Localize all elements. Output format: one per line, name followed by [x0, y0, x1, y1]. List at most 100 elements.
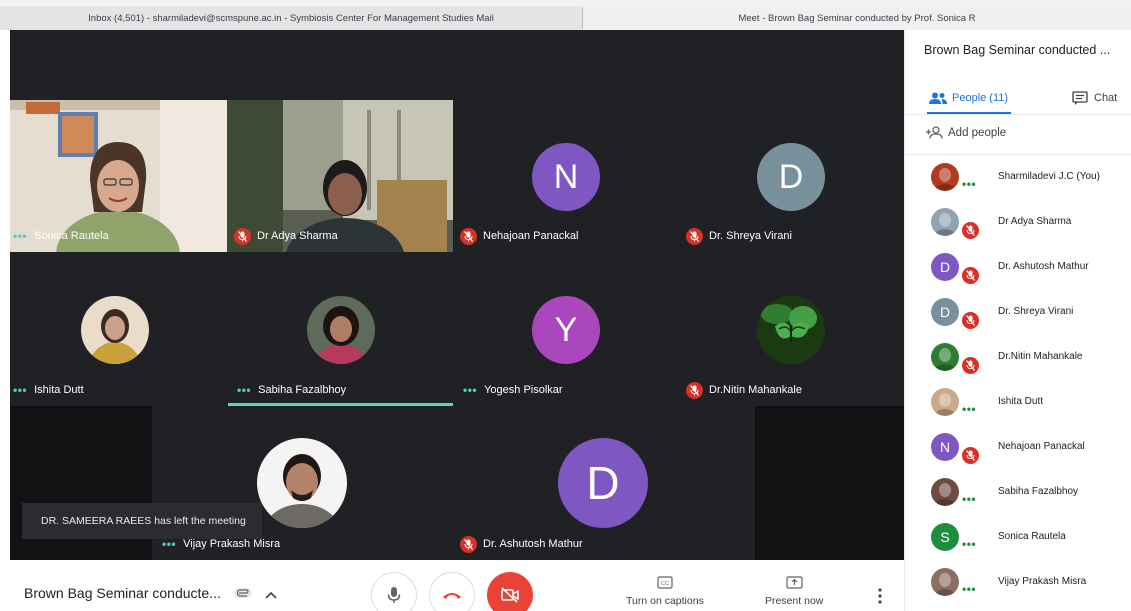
participant-name: Dr.Nitin Mahankale: [709, 384, 802, 396]
participant-name: Sabiha Fazalbhoy: [998, 486, 1079, 497]
participant-name: Nehajoan Panackal: [483, 230, 579, 242]
grid-spacer: [755, 406, 904, 560]
people-icon: [929, 92, 947, 104]
bottom-control-bar: Brown Bag Seminar conducte... CC Turn on…: [0, 560, 904, 611]
hang-up-icon: [443, 593, 461, 599]
participant-tile[interactable]: ••• Sonica Rautela: [10, 100, 227, 252]
participant-name: Dr.Nitin Mahankale: [998, 351, 1083, 362]
participant-name: Ishita Dutt: [998, 396, 1044, 407]
more-options-icon[interactable]: [877, 588, 883, 604]
participant-list: ••• Sharmiladevi J.C (You) Dr Adya Sharma D…: [905, 155, 1131, 605]
meeting-details-button[interactable]: Brown Bag Seminar conducte...: [24, 585, 277, 603]
participant-name: Dr. Shreya Virani: [998, 306, 1074, 317]
tile-name-row: ••• Ishita Dutt: [10, 381, 84, 399]
participant-list-item[interactable]: ••• Sharmiladevi J.C (You): [905, 155, 1131, 200]
mic-off-icon: [962, 312, 979, 329]
avatar: [931, 568, 959, 596]
browser-tab-gmail[interactable]: Inbox (4,501) - sharmiladevi@scmspune.ac…: [0, 6, 582, 30]
participant-list-item[interactable]: ••• Vijay Prakash Misra: [905, 560, 1131, 605]
participant-tile[interactable]: D Dr. Shreya Virani: [679, 100, 904, 252]
people-tab-label: People (11): [952, 92, 1009, 104]
participant-list-item[interactable]: ••• Sabiha Fazalbhoy: [905, 470, 1131, 515]
tile-name-row: Nehajoan Panackal: [453, 227, 578, 245]
participant-name: Vijay Prakash Misra: [998, 576, 1087, 587]
chevron-up-icon[interactable]: [265, 586, 277, 602]
tile-name-row: Dr. Ashutosh Mathur: [453, 535, 583, 553]
participant-list-item[interactable]: Dr Adya Sharma: [905, 200, 1131, 245]
captions-button[interactable]: CC Turn on captions: [626, 576, 704, 607]
participant-name: Dr. Ashutosh Mathur: [998, 261, 1089, 272]
participant-list-item[interactable]: D Dr. Shreya Virani: [905, 290, 1131, 335]
people-panel: Brown Bag Seminar conducted ... People (…: [904, 30, 1131, 611]
end-call-button[interactable]: [429, 572, 475, 611]
mic-off-icon: [962, 357, 979, 374]
captions-label: Turn on captions: [626, 595, 704, 607]
mic-off-icon: [962, 222, 979, 239]
present-now-button[interactable]: Present now: [765, 576, 823, 607]
participant-name: Sonica Rautela: [998, 531, 1066, 542]
speaking-indicator-icon: •••: [962, 402, 977, 416]
speaking-indicator-icon: •••: [463, 383, 478, 397]
participant-tile[interactable]: Dr.Nitin Mahankale: [679, 252, 904, 406]
participant-list-item[interactable]: D Dr. Ashutosh Mathur: [905, 245, 1131, 290]
participant-name: Dr Adya Sharma: [998, 216, 1072, 227]
avatar: [257, 438, 347, 528]
add-people-label: Add people: [948, 126, 1007, 139]
participant-tile[interactable]: D Dr. Ashutosh Mathur: [453, 406, 755, 560]
add-people-button[interactable]: Add people: [925, 126, 1006, 139]
mic-off-icon: [460, 227, 477, 245]
avatar: D: [931, 298, 959, 326]
microphone-icon: [387, 587, 401, 603]
present-label: Present now: [765, 595, 824, 607]
avatar: [307, 296, 375, 364]
avatar: [931, 208, 959, 236]
meeting-title: Brown Bag Seminar conducte...: [24, 585, 221, 601]
speaking-indicator-icon: •••: [962, 582, 977, 596]
participant-tile[interactable]: Dr Adya Sharma: [227, 100, 453, 252]
participant-tile[interactable]: ••• Sabiha Fazalbhoy: [227, 252, 453, 406]
participant-tile[interactable]: Y ••• Yogesh Pisolkar: [453, 252, 679, 406]
participant-list-item[interactable]: Dr.Nitin Mahankale: [905, 335, 1131, 380]
panel-title: Brown Bag Seminar conducted ...: [924, 43, 1111, 57]
participant-tile[interactable]: N Nehajoan Panackal: [453, 100, 679, 252]
participant-name: Sonica Rautela: [34, 230, 109, 242]
avatar: [757, 296, 825, 364]
camera-off-icon: [501, 587, 519, 603]
mic-off-icon: [234, 227, 251, 245]
screen: Inbox (4,501) - sharmiladevi@scmspune.ac…: [0, 0, 1131, 611]
tab-people[interactable]: People (11): [929, 84, 1008, 112]
chat-tab-label: Chat: [1094, 92, 1118, 104]
avatar: [931, 478, 959, 506]
attachment-icon: [233, 586, 253, 603]
participant-name: Vijay Prakash Misra: [183, 538, 281, 550]
camera-off-button[interactable]: [487, 572, 533, 611]
speaking-indicator-icon: •••: [162, 537, 177, 551]
tab-chat[interactable]: Chat: [1072, 84, 1117, 112]
speaking-indicator-icon: •••: [962, 492, 977, 506]
toast-text: DR. SAMEERA RAEES has left the meeting: [41, 515, 246, 527]
microphone-button[interactable]: [371, 572, 417, 611]
mic-off-icon: [962, 267, 979, 284]
speaking-indicator-icon: •••: [962, 177, 977, 191]
avatar: [931, 343, 959, 371]
mic-off-icon: [460, 535, 477, 553]
tile-name-row: Dr Adya Sharma: [227, 227, 338, 245]
tile-name-row: Dr.Nitin Mahankale: [679, 381, 802, 399]
avatar: N: [931, 433, 959, 461]
notification-toast: DR. SAMEERA RAEES has left the meeting: [22, 503, 262, 539]
participant-name: Sharmiladevi J.C (You): [998, 171, 1100, 182]
tile-name-row: ••• Yogesh Pisolkar: [453, 381, 563, 399]
mic-off-icon: [962, 447, 979, 464]
avatar: D: [558, 438, 648, 528]
avatar: S: [931, 523, 959, 551]
participant-tile[interactable]: ••• Ishita Dutt: [10, 252, 227, 406]
participant-list-item[interactable]: ••• Ishita Dutt: [905, 380, 1131, 425]
avatar: D: [757, 143, 825, 211]
present-screen-icon: [786, 576, 803, 589]
participant-name: Dr. Shreya Virani: [709, 230, 792, 242]
participant-list-item[interactable]: S ••• Sonica Rautela: [905, 515, 1131, 560]
tile-name-row: Dr. Shreya Virani: [679, 227, 792, 245]
mic-off-icon: [686, 227, 703, 245]
browser-tab-meet[interactable]: Meet - Brown Bag Seminar conducted by Pr…: [583, 6, 1131, 30]
participant-list-item[interactable]: N Nehajoan Panackal: [905, 425, 1131, 470]
